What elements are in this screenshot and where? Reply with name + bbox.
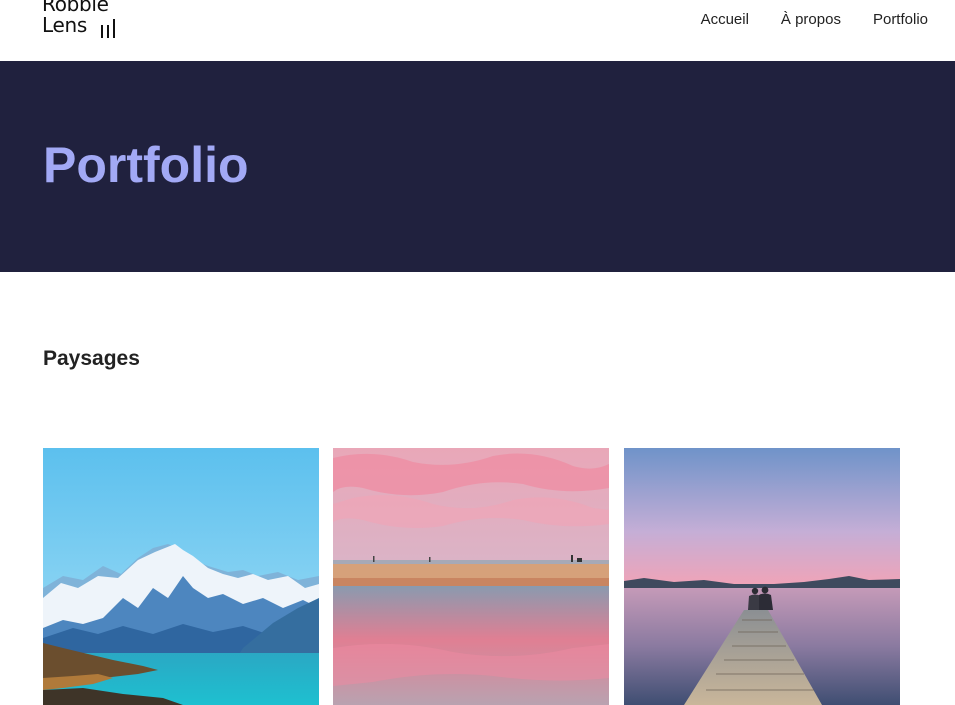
nav-link-portfolio[interactable]: Portfolio bbox=[873, 12, 928, 28]
photo-gallery bbox=[43, 448, 900, 705]
nav-link-a-propos[interactable]: À propos bbox=[781, 12, 841, 28]
logo-bars-icon bbox=[101, 19, 121, 39]
couple-on-pier-image bbox=[624, 448, 900, 705]
logo-text-line2: Lens bbox=[42, 13, 87, 37]
section-title-paysages: Paysages bbox=[43, 347, 140, 370]
gallery-photo-mountain-lake[interactable] bbox=[43, 448, 319, 705]
page-title: Portfolio bbox=[43, 137, 249, 193]
site-header: Robbie Lens Accueil À propos Portfolio bbox=[0, 0, 955, 61]
nav-link-accueil[interactable]: Accueil bbox=[701, 12, 749, 28]
robbie-lens-logo[interactable]: Robbie Lens bbox=[42, 0, 126, 42]
main-nav: Accueil À propos Portfolio bbox=[701, 12, 928, 28]
gallery-photo-pier-dusk[interactable] bbox=[624, 448, 900, 705]
hero-banner: Portfolio bbox=[0, 61, 955, 272]
gallery-photo-pink-beach[interactable] bbox=[333, 448, 609, 705]
snowy-mountain-lake-image bbox=[43, 448, 319, 705]
pink-sunset-beach-image bbox=[333, 448, 609, 705]
